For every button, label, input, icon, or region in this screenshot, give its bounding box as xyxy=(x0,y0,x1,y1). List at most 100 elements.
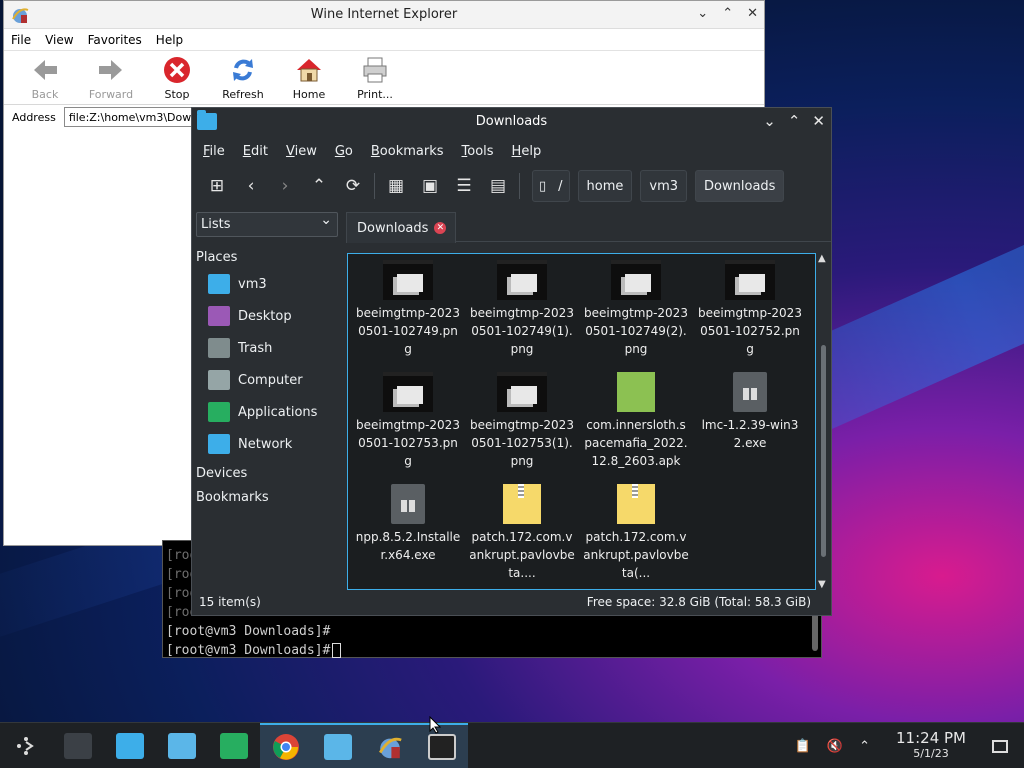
task-discover[interactable] xyxy=(104,723,156,768)
task-terminal[interactable] xyxy=(416,722,468,768)
ie-close-icon[interactable]: ✕ xyxy=(747,6,758,21)
file-item[interactable]: beeimgtmp-20230501-102749.png xyxy=(351,260,465,372)
sidebar-item-label: Applications xyxy=(238,404,318,420)
ie-refresh-button[interactable]: Refresh xyxy=(210,51,276,104)
up-icon[interactable]: ⌃ xyxy=(302,171,336,201)
terminal-icon xyxy=(428,733,456,760)
menu-help[interactable]: Help xyxy=(503,144,551,159)
trash-icon xyxy=(208,338,230,358)
bookmarks-header[interactable]: Bookmarks xyxy=(192,484,344,508)
dolphin-maximize-icon[interactable]: ⌃ xyxy=(788,112,801,130)
new-tab-icon[interactable]: ⊞ xyxy=(200,171,234,201)
places-sidebar: Places vm3 Desktop Trash Computer Application… xyxy=(192,244,344,508)
ie-menu-favorites[interactable]: Favorites xyxy=(88,33,142,47)
menu-edit[interactable]: Edit xyxy=(234,144,277,159)
image-thumbnail-icon xyxy=(497,372,547,412)
clipboard-icon[interactable]: 📋 xyxy=(795,739,811,754)
tab-close-icon[interactable]: ✕ xyxy=(434,222,447,234)
menu-file[interactable]: File xyxy=(194,144,234,159)
file-name: patch.172.com.vankrupt.pavlovbeta(... xyxy=(583,530,689,580)
scroll-up-icon[interactable]: ▲ xyxy=(818,253,826,264)
file-item[interactable]: com.innersloth.spacemafia_2022.12.8_2603… xyxy=(579,372,693,484)
sidebar-item-vm3[interactable]: vm3 xyxy=(192,268,344,300)
terminal-scrollbar[interactable] xyxy=(812,613,818,651)
breadcrumb-downloads[interactable]: Downloads xyxy=(695,170,785,202)
file-item[interactable]: beeimgtmp-20230501-102752.png xyxy=(693,260,807,372)
ie-stop-button[interactable]: Stop xyxy=(144,51,210,104)
tray-expand-icon[interactable]: ⌃ xyxy=(859,739,870,754)
volume-muted-icon[interactable]: 🔇 xyxy=(827,739,843,754)
forward-icon[interactable]: › xyxy=(268,171,302,201)
preview-icon[interactable]: ▣ xyxy=(413,171,447,201)
file-item[interactable]: lmc-1.2.39-win32.exe xyxy=(693,372,807,484)
free-space: Free space: 32.8 GiB (Total: 58.3 GiB) xyxy=(586,595,811,609)
dolphin-close-icon[interactable]: ✕ xyxy=(812,112,825,130)
task-wine-ie[interactable] xyxy=(364,722,416,768)
file-item[interactable]: beeimgtmp-20230501-102749(2).png xyxy=(579,260,693,372)
sidebar-item-computer[interactable]: Computer xyxy=(192,364,344,396)
ie-menu-help[interactable]: Help xyxy=(156,33,183,47)
ie-forward-button[interactable]: Forward xyxy=(78,51,144,104)
task-files[interactable] xyxy=(156,723,208,768)
file-name: beeimgtmp-20230501-102753.png xyxy=(356,418,460,468)
task-image-viewer[interactable] xyxy=(208,723,260,768)
back-icon[interactable]: ‹ xyxy=(234,171,268,201)
ie-print-button[interactable]: Print... xyxy=(342,51,408,104)
details-view-icon[interactable]: ☰ xyxy=(447,171,481,201)
places-dropdown[interactable]: Lists xyxy=(196,209,338,237)
ie-menu-file[interactable]: File xyxy=(11,33,31,47)
breadcrumb-home[interactable]: home xyxy=(577,170,633,202)
sidebar-item-applications[interactable]: Applications xyxy=(192,396,344,428)
places-header: Places xyxy=(196,250,238,265)
folder-icon xyxy=(168,732,196,759)
ie-back-button[interactable]: Back xyxy=(12,51,78,104)
task-dolphin[interactable] xyxy=(312,722,364,768)
dolphin-titlebar[interactable]: Downloads ⌄ ⌃ ✕ xyxy=(192,108,831,136)
scroll-thumb[interactable] xyxy=(821,345,826,557)
menu-bookmarks[interactable]: Bookmarks xyxy=(362,144,453,159)
file-item[interactable]: beeimgtmp-20230501-102749(1).png xyxy=(465,260,579,372)
dolphin-minimize-icon[interactable]: ⌄ xyxy=(763,112,776,130)
ie-toolbar: Back Forward Stop Refresh Home Print... xyxy=(4,51,764,105)
taskbar: 📋 🔇 ⌃ 11:24 PM 5/1/23 xyxy=(0,722,1024,768)
breadcrumb-root[interactable]: ▯ / xyxy=(532,170,570,202)
ie-minimize-icon[interactable]: ⌄ xyxy=(697,6,708,21)
tab-bar: Downloads ✕ xyxy=(346,212,831,243)
ie-menu-view[interactable]: View xyxy=(45,33,73,47)
file-item[interactable]: beeimgtmp-20230501-102753(1).png xyxy=(465,372,579,484)
back-arrow-icon xyxy=(34,60,57,80)
app-launcher[interactable] xyxy=(0,723,52,768)
task-settings[interactable] xyxy=(52,723,104,768)
file-item[interactable]: npp.8.5.2.Installer.x64.exe xyxy=(351,484,465,596)
clock[interactable]: 11:24 PM 5/1/23 xyxy=(896,731,966,761)
menu-tools[interactable]: Tools xyxy=(453,144,503,159)
tab-downloads[interactable]: Downloads ✕ xyxy=(346,212,456,243)
ie-maximize-icon[interactable]: ⌃ xyxy=(722,6,733,21)
icons-view-icon[interactable]: ▦ xyxy=(379,171,413,201)
task-chrome[interactable] xyxy=(260,722,312,768)
system-tray: 📋 🔇 ⌃ 11:24 PM 5/1/23 xyxy=(795,723,1024,768)
ie-home-button[interactable]: Home xyxy=(276,51,342,104)
file-name: beeimgtmp-20230501-102753(1).png xyxy=(470,418,574,468)
sidebar-item-desktop[interactable]: Desktop xyxy=(192,300,344,332)
ie-titlebar[interactable]: Wine Internet Explorer ⌄ ⌃ ✕ xyxy=(4,1,764,29)
desktop-icon xyxy=(208,306,230,326)
file-view-scrollbar[interactable]: ▲ ▼ xyxy=(818,253,829,590)
tab-label: Downloads xyxy=(357,220,429,236)
reload-icon[interactable]: ⟳ xyxy=(336,171,370,201)
dolphin-window: Downloads ⌄ ⌃ ✕ File Edit View Go Bookmarks T… xyxy=(191,107,832,616)
applications-icon xyxy=(208,402,230,422)
file-item[interactable]: patch.172.com.vankrupt.pavlovbeta(... xyxy=(579,484,693,596)
show-desktop-icon[interactable] xyxy=(992,739,1008,753)
discover-icon xyxy=(116,732,144,759)
breadcrumb-vm3[interactable]: vm3 xyxy=(640,170,688,202)
split-view-icon[interactable]: ▤ xyxy=(481,171,515,201)
file-view[interactable]: beeimgtmp-20230501-102749.png beeimgtmp-2… xyxy=(347,253,816,590)
file-item[interactable]: beeimgtmp-20230501-102753.png xyxy=(351,372,465,484)
sidebar-item-trash[interactable]: Trash xyxy=(192,332,344,364)
menu-view[interactable]: View xyxy=(277,144,326,159)
file-item[interactable]: patch.172.com.vankrupt.pavlovbeta.... xyxy=(465,484,579,596)
devices-header[interactable]: Devices xyxy=(192,460,344,484)
menu-go[interactable]: Go xyxy=(326,144,362,159)
sidebar-item-network[interactable]: Network xyxy=(192,428,344,460)
